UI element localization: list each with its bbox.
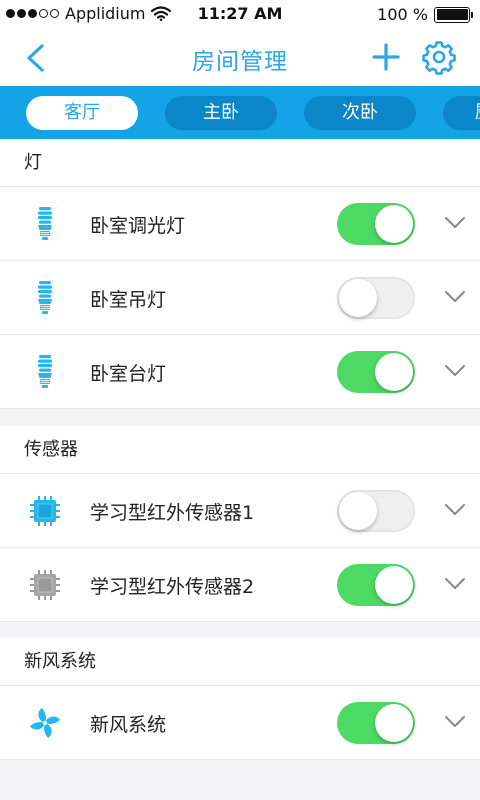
bulb-icon bbox=[38, 281, 52, 314]
bulb-icon bbox=[38, 207, 52, 240]
carrier-info: Applidium bbox=[6, 4, 172, 23]
tab-master-bedroom[interactable]: 主卧 bbox=[165, 96, 277, 130]
chevron-down-icon[interactable] bbox=[444, 363, 466, 379]
device-row[interactable]: 卧室调光灯 bbox=[0, 187, 480, 261]
nav-bar: 房间管理 bbox=[0, 28, 480, 86]
signal-strength-icon bbox=[6, 9, 59, 18]
section-header-sensors: 传感器 bbox=[0, 426, 480, 474]
battery-status: 100 % bbox=[377, 5, 473, 24]
battery-percent: 100 % bbox=[377, 5, 428, 24]
power-toggle[interactable] bbox=[337, 702, 415, 744]
battery-icon bbox=[434, 6, 473, 23]
gear-icon[interactable] bbox=[420, 38, 458, 76]
plus-icon[interactable] bbox=[367, 38, 405, 76]
chevron-down-icon[interactable] bbox=[444, 576, 466, 592]
device-name: 卧室吊灯 bbox=[90, 289, 167, 311]
wifi-icon bbox=[151, 6, 172, 21]
power-toggle[interactable] bbox=[337, 203, 415, 245]
power-toggle[interactable] bbox=[337, 490, 415, 532]
tab-second-bedroom[interactable]: 次卧 bbox=[304, 96, 416, 130]
room-tab-strip: 客厅 主卧 次卧 厨 bbox=[0, 86, 480, 139]
device-name: 学习型红外传感器1 bbox=[90, 502, 255, 524]
device-name: 卧室台灯 bbox=[90, 363, 167, 385]
chevron-down-icon[interactable] bbox=[444, 289, 466, 305]
section-header-lights: 灯 bbox=[0, 139, 480, 187]
device-name: 新风系统 bbox=[90, 714, 167, 736]
device-row[interactable]: 学习型红外传感器2 bbox=[0, 548, 480, 622]
chevron-down-icon[interactable] bbox=[444, 714, 466, 730]
carrier-name: Applidium bbox=[65, 4, 146, 23]
tab-living-room[interactable]: 客厅 bbox=[26, 96, 138, 130]
page-title: 房间管理 bbox=[192, 49, 288, 75]
chip-gray-icon bbox=[30, 570, 60, 600]
power-toggle[interactable] bbox=[337, 351, 415, 393]
power-toggle[interactable] bbox=[337, 564, 415, 606]
device-row[interactable]: 学习型红外传感器1 bbox=[0, 474, 480, 548]
fan-icon bbox=[30, 708, 60, 738]
status-bar: Applidium 11:27 AM 100 % bbox=[0, 0, 480, 28]
device-name: 学习型红外传感器2 bbox=[90, 576, 255, 598]
power-toggle[interactable] bbox=[337, 277, 415, 319]
device-row[interactable]: 卧室台灯 bbox=[0, 335, 480, 409]
section-header-fresh-air: 新风系统 bbox=[0, 638, 480, 686]
device-row[interactable]: 卧室吊灯 bbox=[0, 261, 480, 335]
chip-icon bbox=[30, 496, 60, 526]
chevron-down-icon[interactable] bbox=[444, 502, 466, 518]
device-row[interactable]: 新风系统 bbox=[0, 686, 480, 760]
bulb-icon bbox=[38, 355, 52, 388]
device-name: 卧室调光灯 bbox=[90, 215, 186, 237]
battery-fill bbox=[436, 9, 468, 20]
chevron-down-icon[interactable] bbox=[444, 215, 466, 231]
tab-kitchen[interactable]: 厨 bbox=[443, 96, 480, 130]
